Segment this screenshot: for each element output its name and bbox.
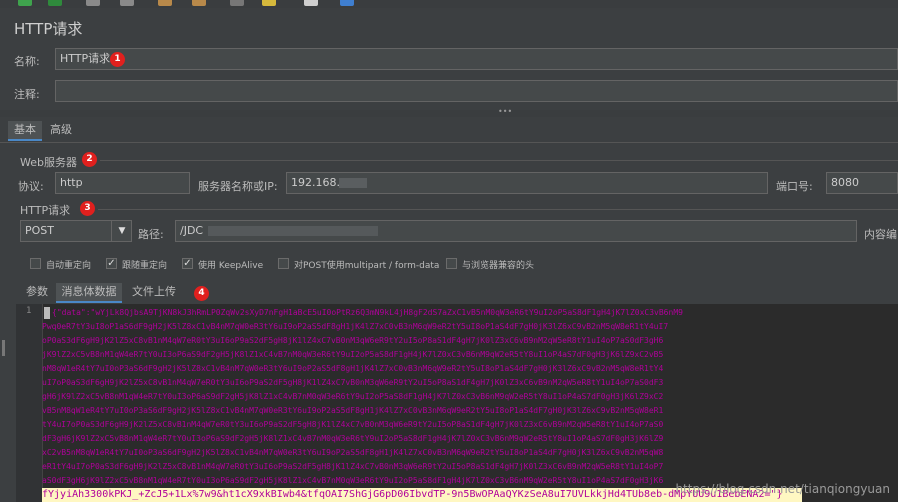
code-line: uI7oP0aS3dF6gH9jK2lZ5xC8vB1nM4qW7eR0tY3u… — [42, 378, 664, 387]
tab-body-data[interactable]: 消息体数据 — [56, 283, 122, 303]
code-line: eR1tY4uI7oP0aS3dF6gH9jK2lZ5xC8vB1nM4qW7e… — [42, 462, 664, 471]
panel-title: HTTP请求 — [14, 20, 83, 38]
editor-gutter: 1 — [16, 304, 43, 502]
help-icon[interactable] — [340, 0, 354, 6]
checkbox-multipart[interactable] — [278, 258, 289, 269]
splitter[interactable]: ••• — [0, 107, 898, 117]
name-label: 名称: — [14, 55, 40, 68]
http-request-section-label: HTTP请求 — [20, 204, 71, 217]
checkbox-follow-redirect[interactable]: ✓ — [106, 258, 117, 269]
code-line: nM8qW1eR4tY7uI0oP3aS6dF9gH2jK5lZ8xC1vB4n… — [42, 364, 664, 373]
method-value: POST — [25, 224, 54, 237]
watermark: https://blog.csdn.net/tianqiongyuan — [675, 482, 890, 496]
code-line: {"data":"wYjLk8QjbsA9TjKN8kJ3hRmLP0ZqWv2… — [52, 308, 683, 317]
web-server-section-divider — [100, 160, 898, 161]
annotation-badge-3: 3 — [80, 201, 95, 216]
tab-files-upload[interactable]: 文件上传 — [126, 283, 182, 301]
tab-divider — [0, 142, 898, 143]
name-input[interactable]: HTTP请求 — [55, 48, 898, 70]
web-server-section-label: Web服务器 — [20, 156, 77, 169]
checkbox-auto-redirect[interactable] — [30, 258, 41, 269]
code-line: gH6jK9lZ2xC5vB8nM1qW4eR7tY0uI3oP6aS9dF2g… — [42, 392, 664, 401]
clear-icon[interactable] — [158, 0, 172, 6]
clear-all-icon[interactable] — [192, 0, 206, 6]
checkbox-browser-headers[interactable] — [446, 258, 457, 269]
annotation-badge-4: 4 — [194, 286, 209, 301]
annotation-badge-1: 1 — [110, 52, 125, 67]
redacted-block — [208, 226, 378, 236]
reset-search-icon[interactable] — [262, 0, 276, 6]
chevron-down-icon[interactable]: ▼ — [111, 221, 131, 241]
code-line: vB5nM8qW1eR4tY7uI0oP3aS6dF9gH2jK5lZ8xC1v… — [42, 406, 664, 415]
comment-input[interactable] — [55, 80, 898, 102]
server-name-label: 服务器名称或IP: — [198, 180, 278, 193]
code-line: oP0aS3dF6gH9jK2lZ5xC8vB1nM4qW7eR0tY3uI6o… — [42, 336, 664, 345]
server-name-value: 192.168. — [291, 176, 340, 189]
checkbox-label: 跟随重定向 — [122, 261, 168, 271]
path-input[interactable]: /JDC — [175, 220, 857, 242]
path-label: 路径: — [138, 228, 164, 241]
line-number: 1 — [26, 306, 32, 316]
annotation-badge-2: 2 — [82, 152, 97, 167]
start-icon[interactable] — [18, 0, 32, 6]
search-icon[interactable] — [230, 0, 244, 6]
start-no-pause-icon[interactable] — [48, 0, 62, 6]
comment-label: 注释: — [14, 88, 40, 101]
code-line: tY4uI7oP0aS3dF6gH9jK2lZ5xC8vB1nM4qW7eR0t… — [42, 420, 664, 429]
text-caret — [44, 307, 50, 319]
tab-advanced[interactable]: 高级 — [46, 121, 76, 139]
body-data-editor[interactable]: 1 {"data":"wYjLk8QjbsA9TjKN8kJ3hRmLP0ZqW… — [16, 304, 898, 502]
side-splitter-handle[interactable] — [2, 340, 5, 356]
splitter-dots: ••• — [498, 107, 513, 116]
checkbox-keepalive[interactable]: ✓ — [182, 258, 193, 269]
method-select[interactable]: POST ▼ — [20, 220, 132, 242]
function-helper-icon[interactable] — [304, 0, 318, 6]
content-encoding-label: 内容编 — [864, 228, 897, 241]
tab-parameters[interactable]: 参数 — [20, 283, 54, 301]
checkbox-label: 与浏览器兼容的头 — [462, 261, 535, 271]
shutdown-icon[interactable] — [120, 0, 134, 6]
checkbox-label: 使用 KeepAlive — [198, 261, 264, 271]
redacted-block — [339, 178, 367, 188]
code-line: xC2vB5nM8qW1eR4tY7uI0oP3aS6dF9gH2jK5lZ8x… — [42, 448, 664, 457]
toolbar — [0, 0, 898, 8]
tab-basic[interactable]: 基本 — [8, 121, 42, 141]
stop-icon[interactable] — [86, 0, 100, 6]
code-line: jK9lZ2xC5vB8nM1qW4eR7tY0uI3oP6aS9dF2gH5j… — [42, 350, 664, 359]
checkbox-label: 对POST使用multipart / form-data — [294, 261, 440, 271]
port-input[interactable]: 8080 — [826, 172, 898, 194]
path-value: /JDC — [180, 224, 204, 237]
http-request-section-divider — [98, 209, 898, 210]
code-line: dF3gH6jK9lZ2xC5vB8nM1qW4eR7tY0uI3oP6aS9d… — [42, 434, 664, 443]
protocol-label: 协议: — [18, 180, 44, 193]
code-line: aS0dF3gH6jK9lZ2xC5vB8nM1qW4eR7tY0uI3oP6a… — [42, 476, 664, 485]
checkbox-label: 自动重定向 — [46, 261, 92, 271]
protocol-input[interactable]: http — [55, 172, 190, 194]
code-line: Pwq0eR7tY3uI8oP1aS6dF9gH2jK5lZ8xC1vB4nM7… — [42, 322, 669, 331]
server-name-input[interactable]: 192.168. — [286, 172, 768, 194]
port-label: 端口号: — [776, 180, 813, 193]
